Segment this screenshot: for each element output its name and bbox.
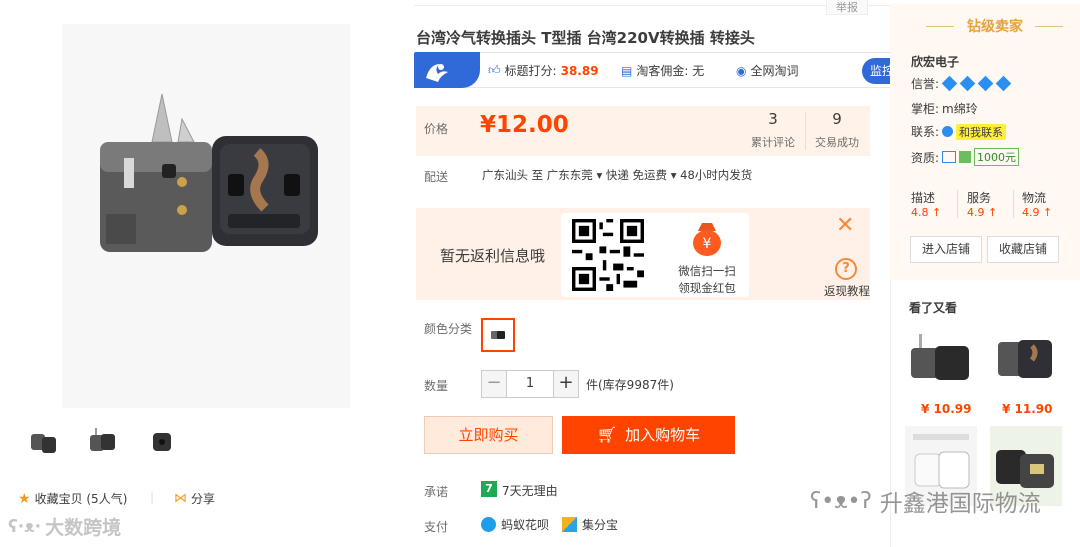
pay-huabei: 蚂蚁花呗 [481,516,549,533]
commission-info: ▤ 淘客佣金: 无 [621,63,705,79]
deals-count: 9 [832,110,842,128]
huabei-icon [481,517,496,532]
title-score: 👍︎ 标题打分: 38.89 [488,63,599,78]
watermark-left: ʕ·ᴥ· 大数跨境 [8,516,122,540]
watermark-right: ʕ•ᴥ•ʔ 升鑫港国际物流 [810,489,1041,517]
svg-text:¥: ¥ [703,236,712,252]
divider [1013,190,1014,218]
buy-now-button[interactable]: 立即购买 [424,416,553,454]
thumbnail-2[interactable] [86,425,120,459]
payment-label: 支付 [424,520,449,534]
delivery-options[interactable]: 广东汕头 至 广东东莞 ▾ 快递 免运费 ▾ 48小时内发货 [482,167,752,183]
reviews-count[interactable]: 3 [743,110,803,128]
promise-label: 承诺 [424,485,449,499]
quantity-input[interactable]: 1 [507,370,553,398]
star-icon: ★ [18,490,31,507]
jifenbao-icon [562,517,577,532]
close-icon[interactable]: ✕ [836,215,854,237]
diamond-icon [977,75,994,92]
color-label: 颜色分类 [424,322,473,336]
divider [805,112,806,150]
id-card-icon [942,151,957,163]
quantity-stepper: − 1 + [481,370,579,398]
score-logistics: 4.9 ↑ [1022,206,1053,219]
decrease-button[interactable]: − [481,370,507,398]
diamond-icon [995,75,1012,92]
recommend-price: ¥ 11.90 [1002,402,1053,416]
price-label: 价格 [424,122,449,136]
divider [957,190,958,218]
deposit-icon [959,151,972,163]
wechat-logo-icon: ʕ·ᴥ· [8,516,42,537]
credit-row: 信誉: [911,75,1012,92]
uc-logo-icon [414,52,480,88]
search-icon: ◉ [736,63,747,78]
share-icon: ⋈ [174,491,187,506]
database-icon: ▤ [621,63,633,78]
share-button[interactable]: ⋈ 分享 [174,490,215,507]
deposit-badge: 1000元 [974,148,1020,166]
delivery-label: 配送 [424,170,449,184]
recommend-item-image[interactable] [905,328,977,394]
wechat-scan-text: 微信扫一扫 领现金红包 [678,264,736,295]
contact-seller-button[interactable]: 和我联系 [956,123,1007,140]
add-to-cart-button[interactable]: 🛒︎ 加入购物车 [562,416,735,454]
seller-level-badge: 钻级卖家 [967,19,1023,35]
score-logistics-label: 物流 [1022,191,1047,205]
qr-code-icon[interactable] [572,219,644,291]
diamond-icon [959,75,976,92]
diamond-icon [941,75,958,92]
top-divider [414,5,890,6]
stock-text: 件(库存9987件) [586,378,674,392]
score-service: 4.9 ↑ [967,206,998,219]
main-product-image[interactable] [62,24,350,408]
price-value: ¥12.00 [480,112,569,138]
score-desc-label: 描述 [911,191,936,205]
recommend-item-image[interactable] [990,328,1062,394]
enter-shop-button[interactable]: 进入店铺 [910,236,982,263]
report-link[interactable]: 举报 [826,0,868,15]
wechat-logo-icon: ʕ•ᴥ•ʔ [810,489,872,514]
deals-label: 交易成功 [815,136,859,149]
increase-button[interactable]: + [553,370,579,398]
seven-day-icon: 7 [481,481,497,497]
pay-jifenbao: 集分宝 [562,516,618,533]
owner-row: 掌柜: m绵玲 [911,102,978,116]
promise-text: 7天无理由 [502,484,558,498]
favorite-shop-button[interactable]: 收藏店铺 [987,236,1059,263]
cart-icon: 🛒︎ [596,425,618,444]
product-title: 台湾冷气转换插头 T型插 台湾220V转换插 转接头 [416,29,755,47]
rebate-text: 暂无返利信息哦 [440,247,546,265]
quantity-label: 数量 [424,379,449,393]
recommend-price: ¥ 10.99 [921,402,972,416]
favorite-item-button[interactable]: ★ 收藏宝贝 (5人气) [18,490,127,507]
recommend-title: 看了又看 [909,301,958,315]
reviews-label[interactable]: 累计评论 [743,134,803,150]
thumbnail-3[interactable] [145,425,179,459]
score-service-label: 服务 [967,191,992,205]
contact-row: 联系: 和我联系 [911,123,1007,140]
color-option[interactable] [481,318,515,352]
search-keywords-link[interactable]: ◉ 全网淘词 [736,62,799,79]
qualification-row: 资质: 1000元 [911,148,1020,166]
thumbnail-1[interactable] [26,425,60,459]
divider: | [150,490,155,504]
red-envelope-icon: ¥ [690,219,724,257]
help-label[interactable]: 返现教程 [824,283,870,299]
thumbs-up-icon: 👍︎ [488,63,501,77]
shop-name[interactable]: 欣宏电子 [911,53,959,70]
help-icon[interactable]: ? [835,258,857,280]
score-desc: 4.8 ↑ [911,206,942,219]
wangwang-icon [942,126,954,137]
